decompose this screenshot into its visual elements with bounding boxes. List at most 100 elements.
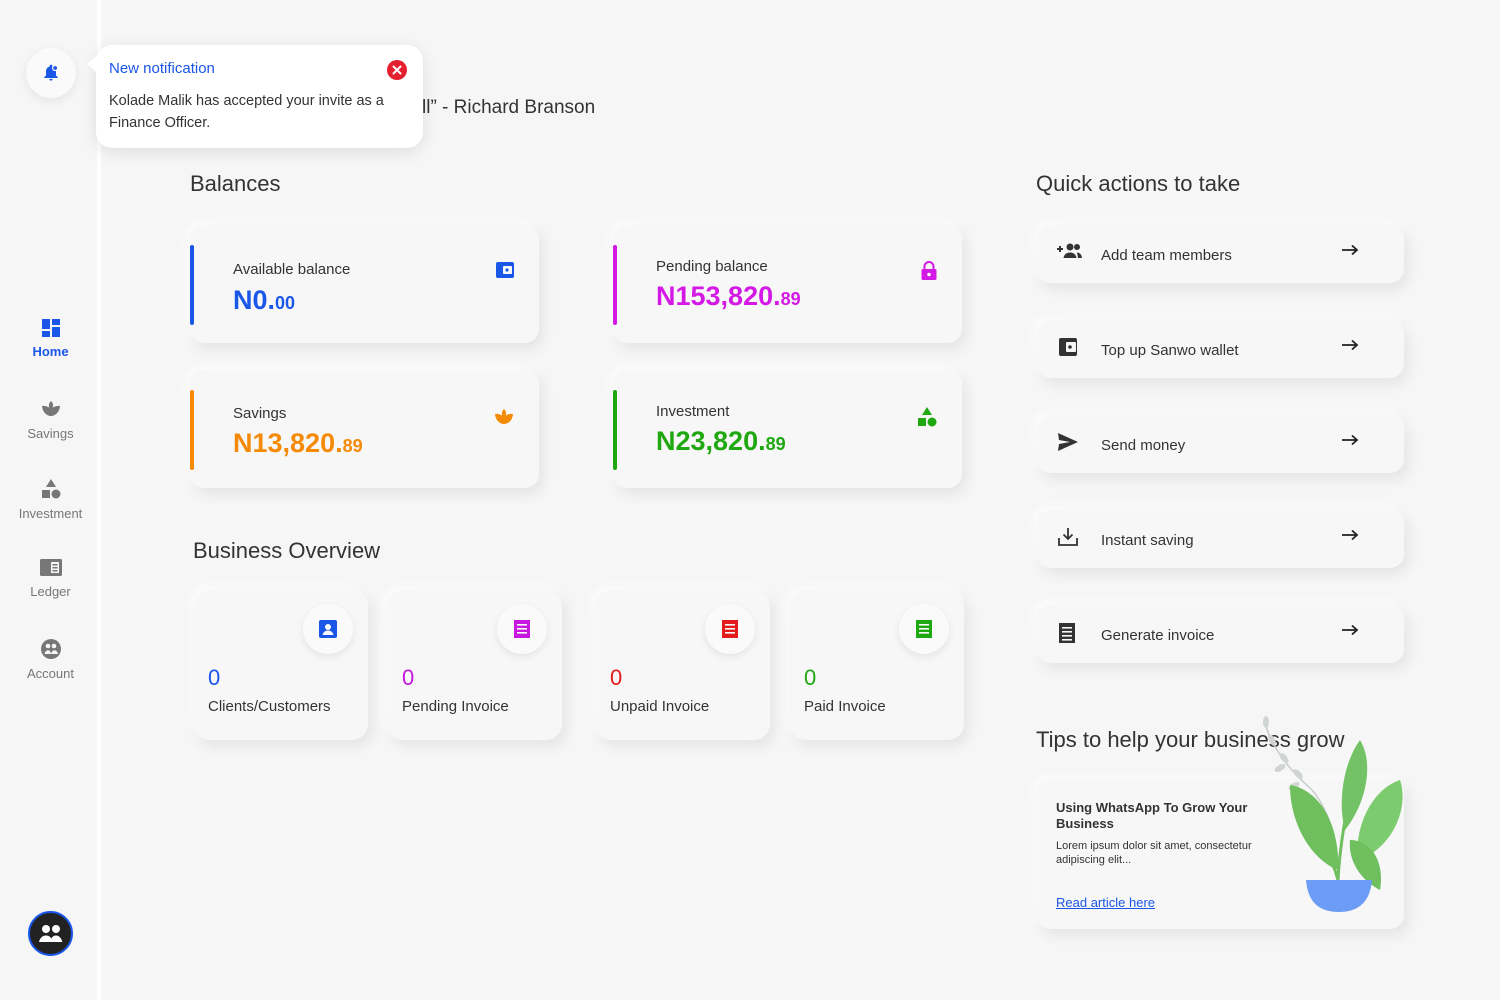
notification-title: New notification <box>109 60 215 77</box>
notification-popover: New notification Kolade Malik has accept… <box>87 45 423 148</box>
balance-amount: N153,820.89 <box>656 281 801 312</box>
overview-count: 0 <box>402 665 415 690</box>
investment-icon <box>41 479 60 499</box>
sidebar-item-savings[interactable]: Savings <box>0 398 101 441</box>
overview-count: 0 <box>804 665 817 690</box>
savings-icon <box>495 409 513 424</box>
invoice-icon <box>1059 623 1075 643</box>
balance-amount-main: N153,820. <box>656 281 781 311</box>
balance-amount: N23,820.89 <box>656 426 786 457</box>
read-article-link[interactable]: Read article here <box>1056 895 1155 910</box>
quick-actions-title: Quick actions to take <box>1036 171 1241 196</box>
notification-close-button[interactable] <box>387 60 407 80</box>
overview-label: Clients/Customers <box>208 698 331 715</box>
plant-illustration <box>1263 716 1403 912</box>
card-accent-bar <box>190 390 194 470</box>
bell-icon <box>44 64 59 81</box>
quick-action-send-money[interactable]: Send money <box>1037 415 1404 473</box>
sidebar-item-investment[interactable]: Investment <box>0 478 101 521</box>
invoice-icon <box>722 620 738 638</box>
quick-action-top-up-wallet[interactable]: Top up Sanwo wallet <box>1037 320 1404 378</box>
sidebar-item-label: Investment <box>18 506 83 521</box>
balance-card-savings[interactable]: Savings N13,820.89 <box>190 370 539 488</box>
quick-action-label: Send money <box>1101 437 1186 454</box>
quick-action-label: Add team members <box>1101 247 1232 264</box>
balance-amount-cents: 00 <box>275 293 296 313</box>
notification-bell-button[interactable] <box>26 48 76 98</box>
sidebar-item-label: Ledger <box>30 584 71 599</box>
dashboard-icon <box>41 319 60 337</box>
sidebar-item-label: Home <box>32 344 69 359</box>
wallet-icon <box>496 262 514 278</box>
arrow-right-icon <box>1342 244 1359 256</box>
sidebar: Home Savings Investment Ledger Account <box>0 0 101 1000</box>
overview-card-unpaid-invoice[interactable]: 0 Unpaid Invoice <box>596 590 770 740</box>
quick-action-instant-saving[interactable]: Instant saving <box>1037 510 1404 568</box>
quick-action-add-team-members[interactable]: Add team members <box>1037 225 1404 283</box>
quote-text: ll” - Richard Branson <box>422 97 596 118</box>
balance-amount-cents: 89 <box>780 289 801 309</box>
wallet-icon <box>1059 338 1077 356</box>
sidebar-item-label: Savings <box>27 426 74 441</box>
overview-count: 0 <box>208 665 221 690</box>
card-accent-bar <box>613 245 617 325</box>
invoice-icon <box>916 620 932 638</box>
add-team-icon <box>1057 243 1082 258</box>
sidebar-item-home[interactable]: Home <box>0 318 101 359</box>
arrow-right-icon <box>1342 624 1359 636</box>
investment-icon <box>918 407 937 427</box>
balance-card-pending[interactable]: Pending balance N153,820.89 <box>613 225 962 343</box>
overview-label: Pending Invoice <box>402 698 509 715</box>
icon-circle <box>899 604 949 654</box>
quick-action-generate-invoice[interactable]: Generate invoice <box>1037 605 1404 663</box>
balance-amount-cents: 89 <box>342 436 363 456</box>
overview-count: 0 <box>610 665 623 690</box>
overview-label: Paid Invoice <box>804 698 886 715</box>
balance-label: Savings <box>233 405 287 422</box>
account-icon <box>40 639 61 659</box>
balance-label: Investment <box>656 403 730 420</box>
sidebar-item-ledger[interactable]: Ledger <box>0 558 101 599</box>
card-accent-bar <box>613 390 617 470</box>
arrow-right-icon <box>1342 339 1359 351</box>
ledger-icon <box>39 559 62 576</box>
balance-amount-main: N13,820. <box>233 428 343 458</box>
tip-article-excerpt: Lorem ipsum dolor sit amet, consectetur … <box>1056 840 1252 866</box>
overview-card-pending-invoice[interactable]: 0 Pending Invoice <box>388 590 562 740</box>
balance-label: Available balance <box>233 261 351 278</box>
icon-circle <box>303 604 353 654</box>
icon-circle <box>705 604 755 654</box>
balance-card-available[interactable]: Available balance N0.00 <box>190 225 539 343</box>
arrow-right-icon <box>1342 434 1359 446</box>
sidebar-item-label: Account <box>27 666 74 681</box>
invoice-icon <box>514 620 530 638</box>
balance-amount-main: N0. <box>233 285 276 315</box>
lock-icon <box>921 261 937 280</box>
balance-label: Pending balance <box>656 258 768 275</box>
balance-amount: N13,820.89 <box>233 428 363 459</box>
card-accent-bar <box>190 245 194 325</box>
tip-article-title: Using WhatsApp To Grow Your Business <box>1056 800 1248 831</box>
icon-circle <box>497 604 547 654</box>
quick-action-label: Generate invoice <box>1101 627 1215 644</box>
quick-action-label: Instant saving <box>1101 532 1194 549</box>
balance-amount-cents: 89 <box>765 434 786 454</box>
close-icon <box>392 65 402 75</box>
overview-card-clients[interactable]: 0 Clients/Customers <box>194 590 368 740</box>
business-overview-title: Business Overview <box>193 538 381 563</box>
arrow-right-icon <box>1342 529 1359 541</box>
notification-message: Kolade Malik has accepted your invite as… <box>109 93 384 131</box>
savings-icon <box>41 401 60 416</box>
balances-title: Balances <box>190 171 281 196</box>
quick-action-label: Top up Sanwo wallet <box>1101 342 1239 359</box>
overview-card-paid-invoice[interactable]: 0 Paid Invoice <box>790 590 964 740</box>
download-icon <box>1058 528 1078 546</box>
overview-label: Unpaid Invoice <box>610 698 710 715</box>
send-icon <box>1058 433 1078 451</box>
user-avatar[interactable] <box>28 911 73 956</box>
balance-card-investment[interactable]: Investment N23,820.89 <box>613 370 962 488</box>
user-group-icon <box>34 917 67 950</box>
sidebar-item-account[interactable]: Account <box>0 638 101 681</box>
contact-icon <box>319 620 337 638</box>
balance-amount: N0.00 <box>233 285 295 316</box>
